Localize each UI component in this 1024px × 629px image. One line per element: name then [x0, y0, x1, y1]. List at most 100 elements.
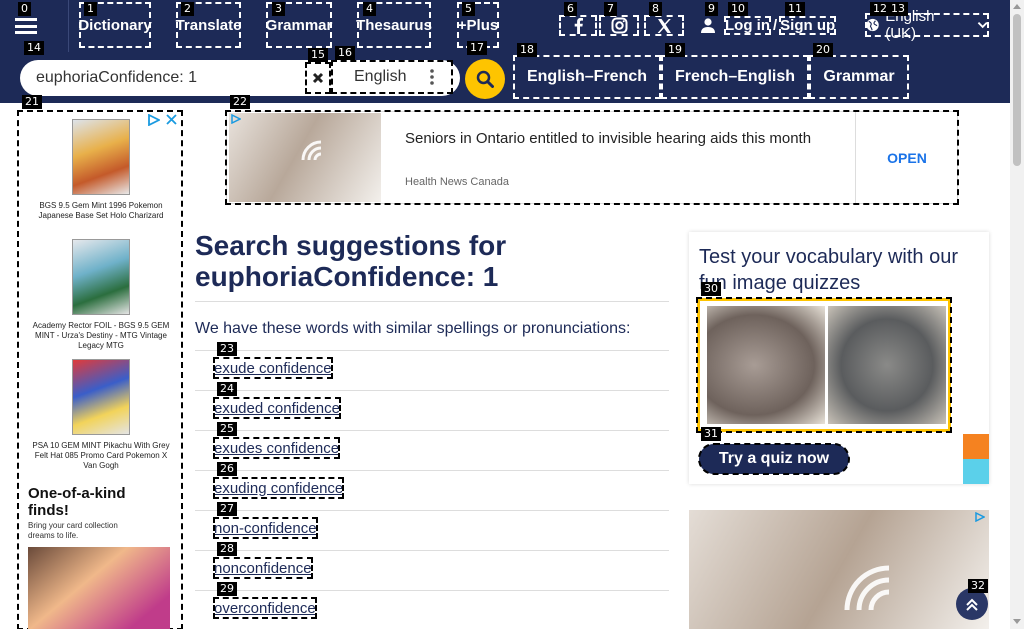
hamburger-icon [15, 18, 37, 34]
suggestions-intro: We have these words with similar spellin… [195, 320, 631, 337]
divider [195, 390, 669, 391]
suggestion-link[interactable]: exudes confidence [212, 437, 341, 459]
index-badge: 26 [217, 462, 237, 476]
facebook-button[interactable] [559, 15, 597, 36]
x-icon [657, 18, 671, 33]
index-badge: 27 [217, 502, 237, 516]
clear-search-button[interactable] [305, 62, 331, 94]
instagram-button[interactable] [599, 15, 639, 36]
index-badge: 29 [217, 582, 237, 596]
suggestion-link[interactable]: exuding confidence [212, 477, 345, 499]
login-link[interactable]: Log in [724, 15, 771, 35]
index-badge: 8 [649, 2, 662, 16]
divider [195, 550, 669, 551]
divider [195, 590, 669, 591]
search-button[interactable] [465, 59, 505, 99]
suggestion-link[interactable]: nonconfidence [213, 557, 313, 579]
adchoices-icon [975, 512, 985, 522]
link-english-french[interactable]: English–French [513, 55, 661, 99]
x-twitter-button[interactable] [644, 15, 684, 36]
ad-card-caption: Academy Rector FOIL - BGS 9.5 GEM MINT -… [32, 321, 170, 350]
ad-card[interactable]: PSA 10 GEM MINT Pikachu With Grey Felt H… [28, 359, 174, 471]
index-badge: 2 [181, 2, 194, 16]
quiz-title: Test your vocabulary with our fun image … [699, 246, 959, 294]
language-selector[interactable]: English (UK) [865, 8, 989, 42]
index-badge: 12 [870, 2, 890, 16]
globe-icon [866, 18, 879, 32]
index-badge: 10 [728, 2, 748, 16]
index-badge: 22 [230, 95, 250, 109]
dictionary-selector-label: English [354, 68, 407, 85]
index-badge: 4 [363, 2, 376, 16]
index-badge: 23 [217, 342, 237, 356]
index-badge: 18 [517, 43, 537, 57]
seal-image [828, 306, 946, 424]
scrollbar-thumb[interactable] [1013, 14, 1021, 166]
index-badge: 7 [604, 2, 617, 16]
index-badge: 28 [217, 542, 237, 556]
facebook-icon [574, 17, 583, 34]
index-badge: 32 [968, 579, 988, 593]
scroll-down-arrow[interactable] [1013, 619, 1021, 624]
scroll-up-arrow[interactable] [1013, 4, 1021, 9]
index-badge: 14 [24, 41, 44, 55]
link-grammar[interactable]: Grammar [809, 55, 909, 99]
divider [195, 510, 669, 511]
index-badge: 30 [701, 282, 721, 296]
index-badge: 20 [813, 43, 833, 57]
right-sidebar-ad[interactable] [689, 510, 989, 629]
banner-ad-open-button[interactable]: OPEN [855, 112, 958, 203]
divider [195, 350, 669, 351]
search-bar: English English–French French–English Gr… [0, 52, 1010, 103]
login-area: Log in / Sign up [701, 14, 837, 36]
suggestion-link[interactable]: non-confidence [213, 517, 318, 539]
close-icon [312, 72, 324, 84]
page-title: Search suggestions for [195, 230, 507, 261]
card-image [72, 239, 130, 315]
link-french-english[interactable]: French–English [661, 55, 809, 99]
login-slash: / [773, 16, 778, 34]
index-badge: 0 [18, 2, 31, 16]
index-badge: 21 [22, 95, 42, 109]
index-badge: 3 [272, 2, 285, 16]
index-badge: 17 [467, 41, 487, 55]
ad-card[interactable]: Academy Rector FOIL - BGS 9.5 GEM MINT -… [28, 239, 174, 351]
index-badge: 15 [308, 48, 328, 62]
banner-ad-image [229, 113, 381, 202]
index-badge: 11 [785, 2, 805, 16]
search-input[interactable] [36, 66, 316, 90]
quiz-images-link[interactable] [696, 297, 952, 433]
suggestion-link[interactable]: exuded confidence [213, 397, 341, 419]
divider [195, 470, 669, 471]
suggestion-link[interactable]: overconfidence [213, 597, 317, 619]
ad-card[interactable]: BGS 9.5 Gem Mint 1996 Pokemon Japanese B… [28, 119, 174, 221]
index-badge: 6 [564, 2, 577, 16]
left-sidebar-ad[interactable]: BGS 9.5 Gem Mint 1996 Pokemon Japanese B… [17, 110, 183, 629]
banner-ad[interactable]: Seniors in Ontario entitled to invisible… [225, 110, 959, 205]
top-navigation: Dictionary Translate Grammar Thesaurus +… [0, 0, 1010, 52]
ad-promo[interactable]: One-of-a-kind finds! Bring your card col… [28, 485, 174, 629]
signup-link[interactable]: Sign up [779, 15, 837, 35]
ad-promo-subtitle: Bring your card collection dreams to lif… [28, 521, 118, 540]
hippo-image [707, 306, 825, 424]
dictionary-selector[interactable]: English [331, 60, 453, 94]
search-query-title: euphoriaConfidence: 1 [195, 261, 499, 292]
index-badge: 19 [665, 43, 685, 57]
suggestion-link[interactable]: exude confidence [213, 357, 333, 379]
index-badge: 9 [705, 2, 718, 16]
page-scrollbar[interactable] [1010, 0, 1024, 629]
ad-card-caption: PSA 10 GEM MINT Pikachu With Grey Felt H… [32, 441, 170, 470]
divider [195, 430, 669, 431]
chevron-down-icon [977, 21, 988, 29]
index-badge: 13 [888, 2, 908, 16]
index-badge: 24 [217, 382, 237, 396]
card-image [72, 359, 130, 435]
nav-divider [68, 0, 69, 52]
vertical-dots-icon [430, 69, 434, 85]
search-box: English [20, 60, 460, 96]
try-quiz-button[interactable]: Try a quiz now [698, 443, 850, 475]
ad-promo-image [28, 547, 170, 629]
index-badge: 1 [84, 2, 97, 16]
index-badge: 31 [701, 427, 721, 441]
instagram-icon [611, 17, 627, 34]
